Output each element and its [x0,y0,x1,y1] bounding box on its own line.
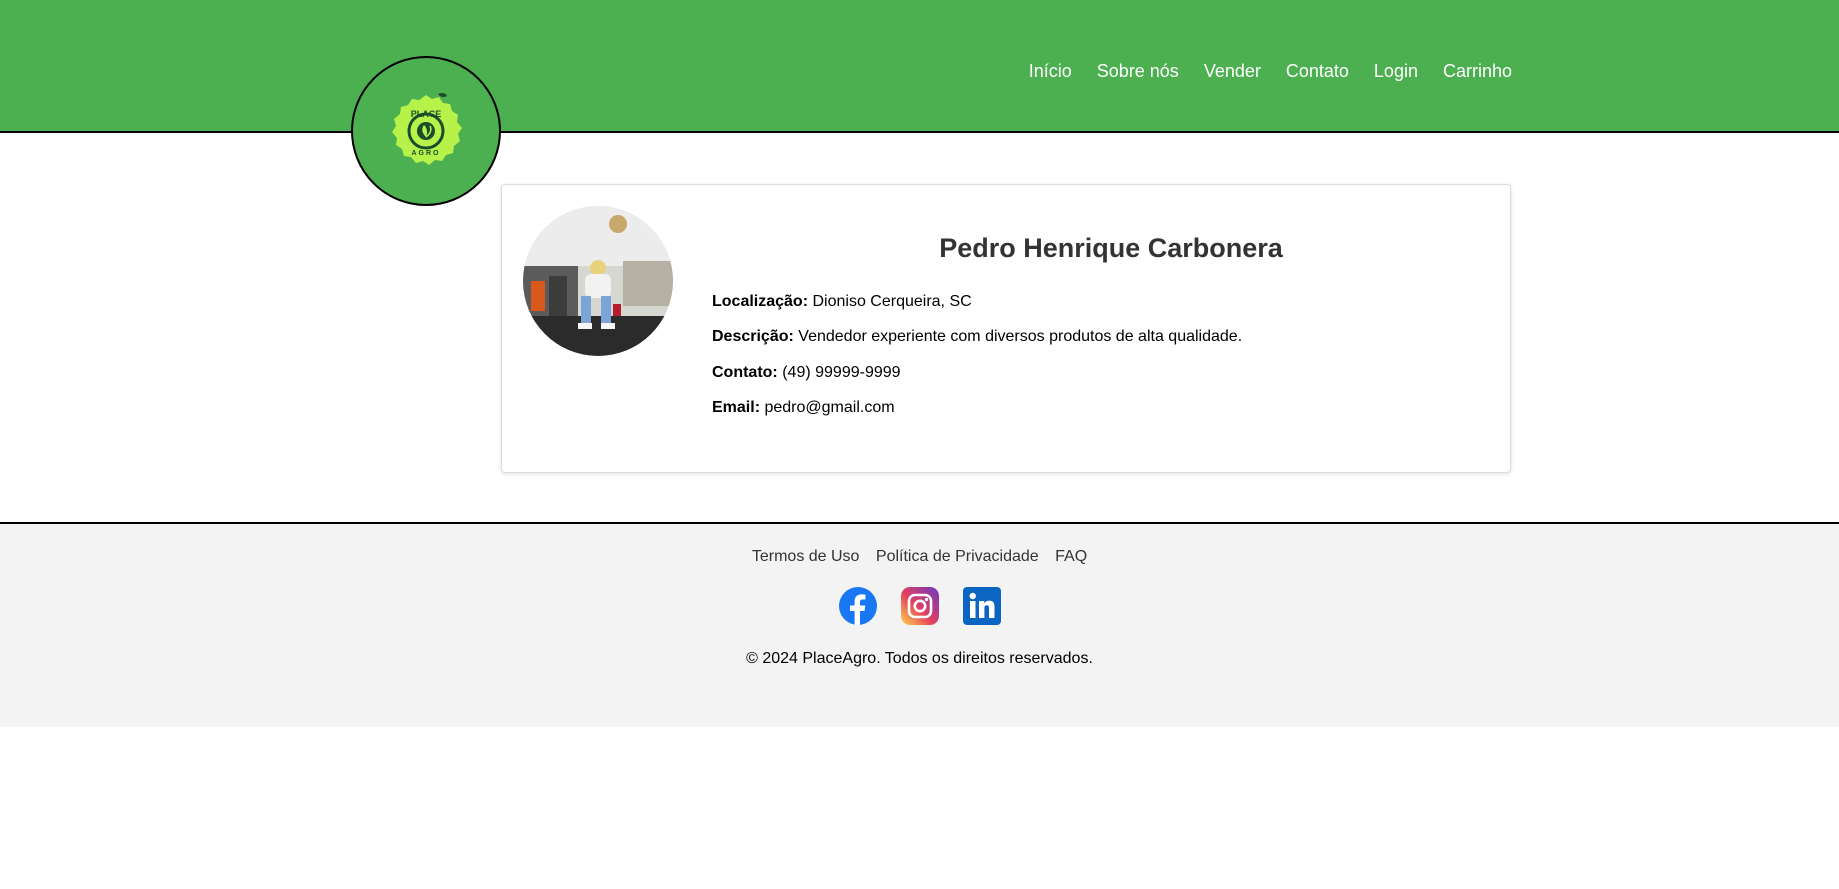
copyright: © 2024 PlaceAgro. Todos os direitos rese… [746,650,1093,667]
logo-top-text: PLACE [411,109,442,119]
description-value: Vendedor experiente com diversos produto… [798,328,1243,345]
logo-bottom-text: AGRO [412,150,441,157]
site-header: Início Sobre nós Vender Contato Login Ca… [0,0,1839,133]
avatar [523,206,673,356]
location-row: Localização: Dioniso Cerqueira, SC [712,293,972,311]
footer-links: Termos de Uso Política de Privacidade FA… [0,548,1839,566]
email-label: Email: [712,399,761,416]
nav-contato[interactable]: Contato [1286,60,1349,82]
footer-link-terms[interactable]: Termos de Uso [752,548,860,565]
contact-value: (49) 99999-9999 [782,364,901,381]
profile-photo [523,206,673,356]
nav-login[interactable]: Login [1374,60,1418,82]
profile-card: Pedro Henrique Carbonera Localização: Di… [501,184,1511,473]
description-row: Descrição: Vendedor experiente com diver… [712,328,1242,346]
site-footer: Termos de Uso Política de Privacidade FA… [0,522,1839,727]
location-value: Dioniso Cerqueira, SC [812,293,972,310]
email-value: pedro@gmail.com [764,399,895,416]
nav-inicio[interactable]: Início [1029,60,1072,82]
linkedin-icon[interactable] [962,587,1001,625]
instagram-icon[interactable] [900,587,939,625]
contact-row: Contato: (49) 99999-9999 [712,364,901,382]
email-row: Email: pedro@gmail.com [712,399,895,417]
location-label: Localização: [712,293,809,310]
nav-sobre-nos[interactable]: Sobre nós [1097,60,1179,82]
footer-link-faq[interactable]: FAQ [1055,548,1087,565]
contact-label: Contato: [712,364,778,381]
profile-name: Pedro Henrique Carbonera [939,233,1283,263]
social-links [0,587,1839,625]
description-label: Descrição: [712,328,794,345]
nav-carrinho[interactable]: Carrinho [1443,60,1512,82]
site-logo[interactable]: PLACE AGRO [351,56,501,206]
placeagro-logo-icon: PLACE AGRO [392,92,462,165]
main-nav: Início Sobre nós Vender Contato Login Ca… [1004,60,1512,82]
footer-link-privacy[interactable]: Política de Privacidade [876,548,1039,565]
nav-vender[interactable]: Vender [1204,60,1261,82]
facebook-icon[interactable] [838,587,877,625]
